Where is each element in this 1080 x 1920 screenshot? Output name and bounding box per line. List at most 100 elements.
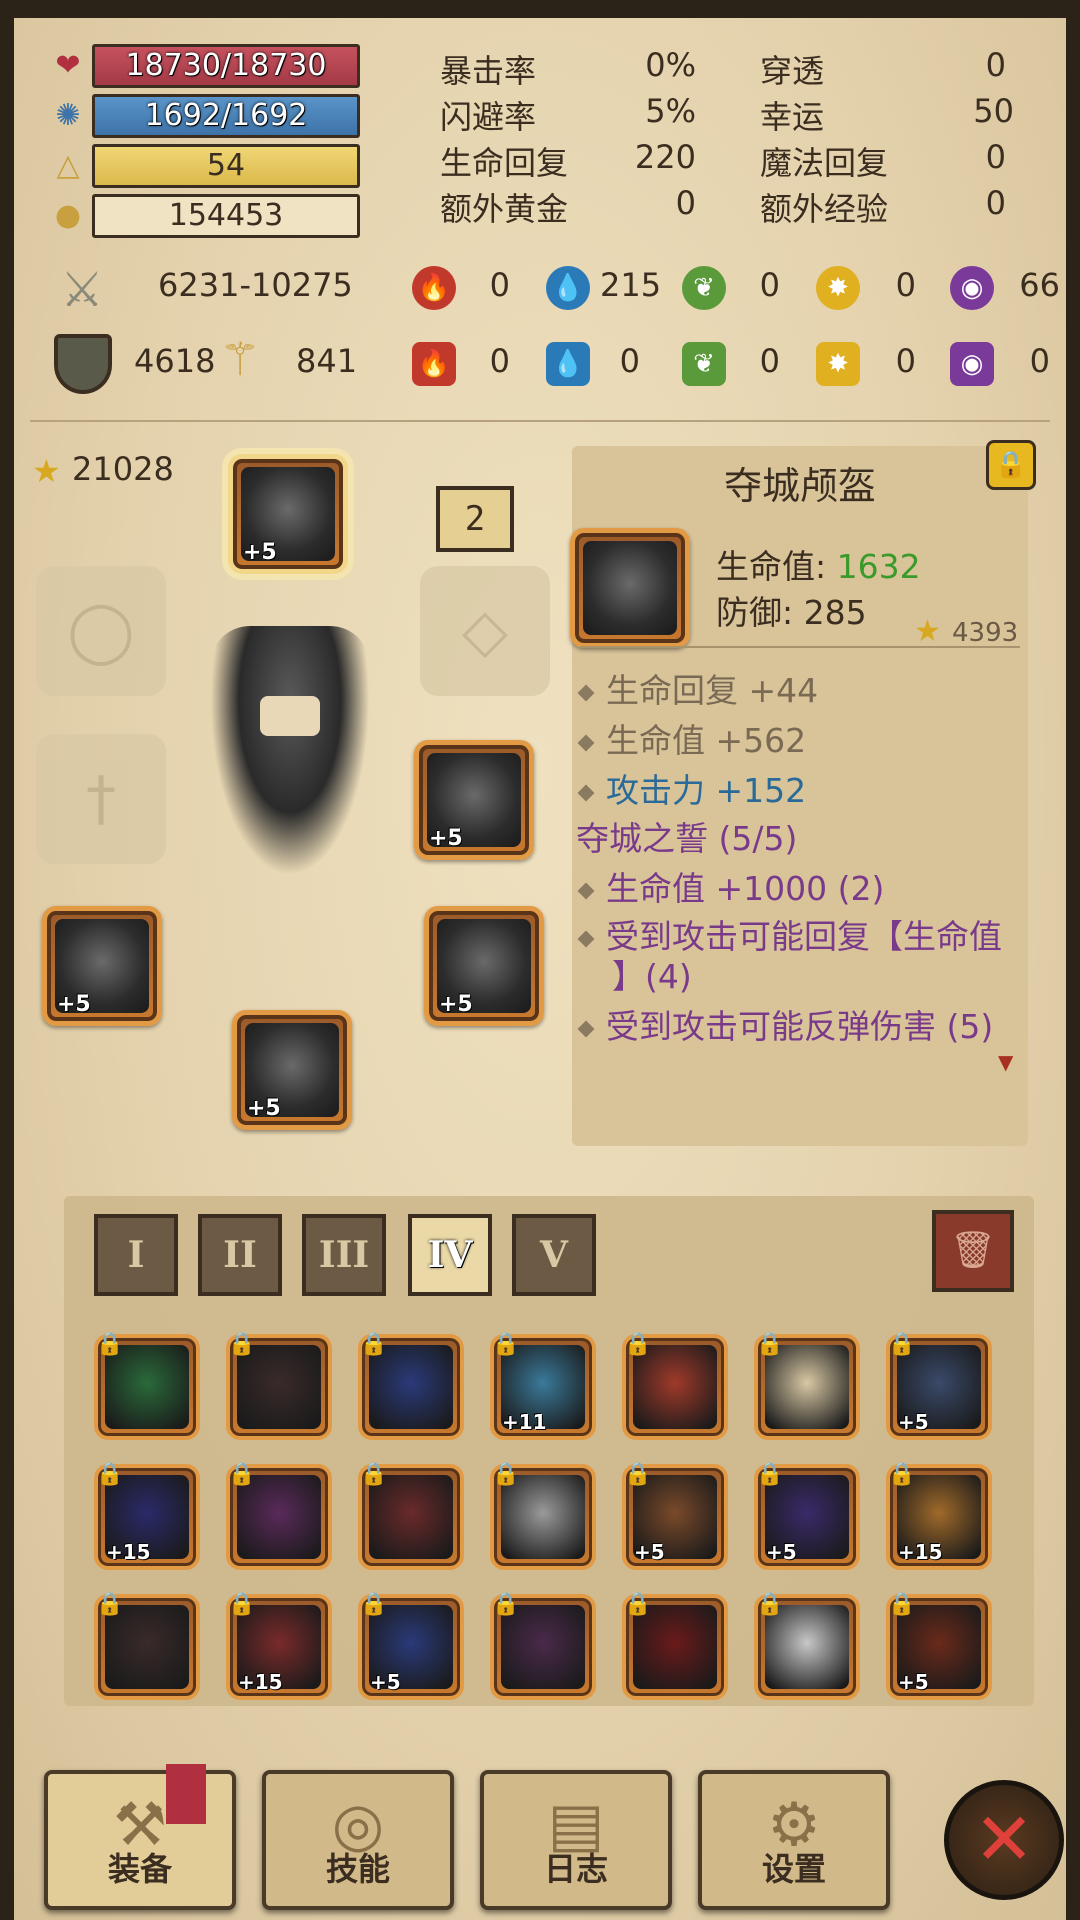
- gear-piece-icon: [501, 1475, 585, 1559]
- trash-icon: 🗑: [950, 1230, 996, 1271]
- item-def-stat: 防御: 285: [716, 586, 867, 634]
- fire-attack: 0: [489, 266, 510, 304]
- enhance-level: +5: [634, 1540, 665, 1564]
- inventory-item[interactable]: 🔒: [754, 1332, 860, 1440]
- ring-slot[interactable]: ◯: [36, 566, 166, 696]
- mp-regen-label: 魔法回复: [760, 144, 889, 182]
- luck-label: 幸运: [760, 98, 825, 136]
- item-hp-stat: 生命值: 1632: [716, 540, 921, 588]
- close-button[interactable]: ✕: [944, 1780, 1064, 1900]
- tab-1[interactable]: I: [94, 1214, 178, 1296]
- lock-icon: 🔒: [888, 1462, 916, 1487]
- nav-skills-label: 技能: [325, 1850, 390, 1888]
- inventory-item[interactable]: 🔒: [490, 1462, 596, 1570]
- inventory-item[interactable]: 🔒: [226, 1332, 332, 1440]
- inventory-item[interactable]: 🔒: [622, 1592, 728, 1700]
- item-star-icon: ★: [914, 614, 941, 649]
- item-score: 4393: [952, 618, 1019, 648]
- inventory-item[interactable]: 🔒 +11: [490, 1332, 596, 1440]
- nav-skills[interactable]: ◎ 技能: [262, 1770, 454, 1910]
- lock-icon: 🔒: [888, 1332, 916, 1357]
- lock-icon: 🔒: [624, 1592, 652, 1617]
- hero-face: [260, 696, 320, 736]
- inventory-item[interactable]: 🔒: [358, 1462, 464, 1570]
- inventory-item[interactable]: 🔒: [358, 1332, 464, 1440]
- boots-slot[interactable]: +5: [232, 1010, 352, 1130]
- penetration-value: 0: [985, 46, 1006, 84]
- extra-gold-label: 额外黄金: [440, 190, 569, 228]
- trash-button[interactable]: 🗑: [932, 1210, 1014, 1292]
- star-icon: ★: [32, 452, 61, 490]
- tab-3[interactable]: III: [302, 1214, 386, 1296]
- item-preview: [570, 528, 690, 648]
- inventory-item[interactable]: 🔒: [754, 1592, 860, 1700]
- nav-equipment-label: 装备: [107, 1850, 172, 1888]
- inventory-item[interactable]: 🔒: [622, 1332, 728, 1440]
- magic-defense-value: 841: [296, 342, 358, 380]
- magic-staff-icon: ⚚: [219, 332, 261, 386]
- helmet-slot[interactable]: +5: [228, 454, 348, 574]
- sword-icon: †: [86, 764, 116, 834]
- tab-4[interactable]: IV: [408, 1214, 492, 1296]
- mana-icon: ✺: [55, 98, 81, 133]
- lock-icon: 🔒: [96, 1332, 124, 1357]
- inventory-item[interactable]: 🔒 +5: [754, 1462, 860, 1570]
- dodge-label: 闪避率: [440, 98, 537, 136]
- arcane-icon: ◉: [950, 266, 994, 310]
- item-hp-value: 1632: [836, 547, 921, 586]
- inventory-item[interactable]: 🔒: [94, 1592, 200, 1700]
- arcane-resist-icon: ◉: [950, 342, 994, 386]
- lock-icon[interactable]: 🔒: [986, 440, 1036, 490]
- bonus-line: 生命回复 +44: [577, 664, 818, 712]
- inventory-item[interactable]: 🔒 +15: [94, 1462, 200, 1570]
- extra-exp-value: 0: [985, 184, 1006, 222]
- inventory-item[interactable]: 🔒: [226, 1462, 332, 1570]
- level-bar: 54: [92, 144, 360, 188]
- inventory-item[interactable]: 🔒 +5: [622, 1462, 728, 1570]
- nav-log[interactable]: ▤ 日志: [480, 1770, 672, 1910]
- luck-value: 50: [973, 92, 1014, 130]
- gloves-slot[interactable]: +5: [42, 906, 162, 1026]
- pants-slot[interactable]: +5: [424, 906, 544, 1026]
- armor-plus: +5: [429, 826, 463, 851]
- lock-icon: 🔒: [360, 1592, 388, 1617]
- gear-piece-icon: [633, 1605, 717, 1689]
- necklace-slot[interactable]: ◇: [420, 566, 550, 696]
- weapon-slot[interactable]: †: [36, 734, 166, 864]
- inventory-item[interactable]: 🔒 +15: [886, 1462, 992, 1570]
- inventory-item[interactable]: 🔒 +15: [226, 1592, 332, 1700]
- armor-slot[interactable]: +5: [414, 740, 534, 860]
- nav-log-label: 日志: [543, 1850, 608, 1888]
- lock-icon: 🔒: [228, 1462, 256, 1487]
- lock-icon: 🔒: [756, 1332, 784, 1357]
- inventory-item[interactable]: 🔒 +5: [886, 1332, 992, 1440]
- nav-settings[interactable]: ⚙ 设置: [698, 1770, 890, 1910]
- lock-icon: 🔒: [624, 1462, 652, 1487]
- lock-icon: 🔒: [96, 1462, 124, 1487]
- inventory-item[interactable]: 🔒 +5: [886, 1592, 992, 1700]
- inventory-item[interactable]: 🔒 +5: [358, 1592, 464, 1700]
- level-icon: △: [56, 148, 80, 183]
- gear-piece-icon: [237, 1475, 321, 1559]
- lock-icon: 🔒: [492, 1592, 520, 1617]
- enhance-level: +5: [898, 1670, 929, 1694]
- helmet-preview-icon: [583, 541, 677, 635]
- inventory-item[interactable]: 🔒: [94, 1332, 200, 1440]
- lock-icon: 🔒: [228, 1332, 256, 1357]
- tab-2[interactable]: II: [198, 1214, 282, 1296]
- lightning-attack: 0: [895, 266, 916, 304]
- bonus-line-blue: 攻击力 +152: [577, 764, 806, 812]
- hero-character: [210, 626, 370, 876]
- lock-icon: 🔒: [360, 1462, 388, 1487]
- mp-regen-value: 0: [985, 138, 1006, 176]
- bookmark-icon: [166, 1764, 206, 1824]
- tab-5[interactable]: V: [512, 1214, 596, 1296]
- lightning-icon: ✸: [816, 266, 860, 310]
- set-count-badge[interactable]: 2: [436, 486, 514, 552]
- gear-piece-icon: [765, 1345, 849, 1429]
- nav-equipment[interactable]: ⚒ 装备: [44, 1770, 236, 1910]
- inventory-item[interactable]: 🔒: [490, 1592, 596, 1700]
- scroll-down-icon[interactable]: ▼: [998, 1050, 1013, 1074]
- close-icon: ✕: [973, 1797, 1035, 1881]
- item-def-value: 285: [803, 593, 867, 632]
